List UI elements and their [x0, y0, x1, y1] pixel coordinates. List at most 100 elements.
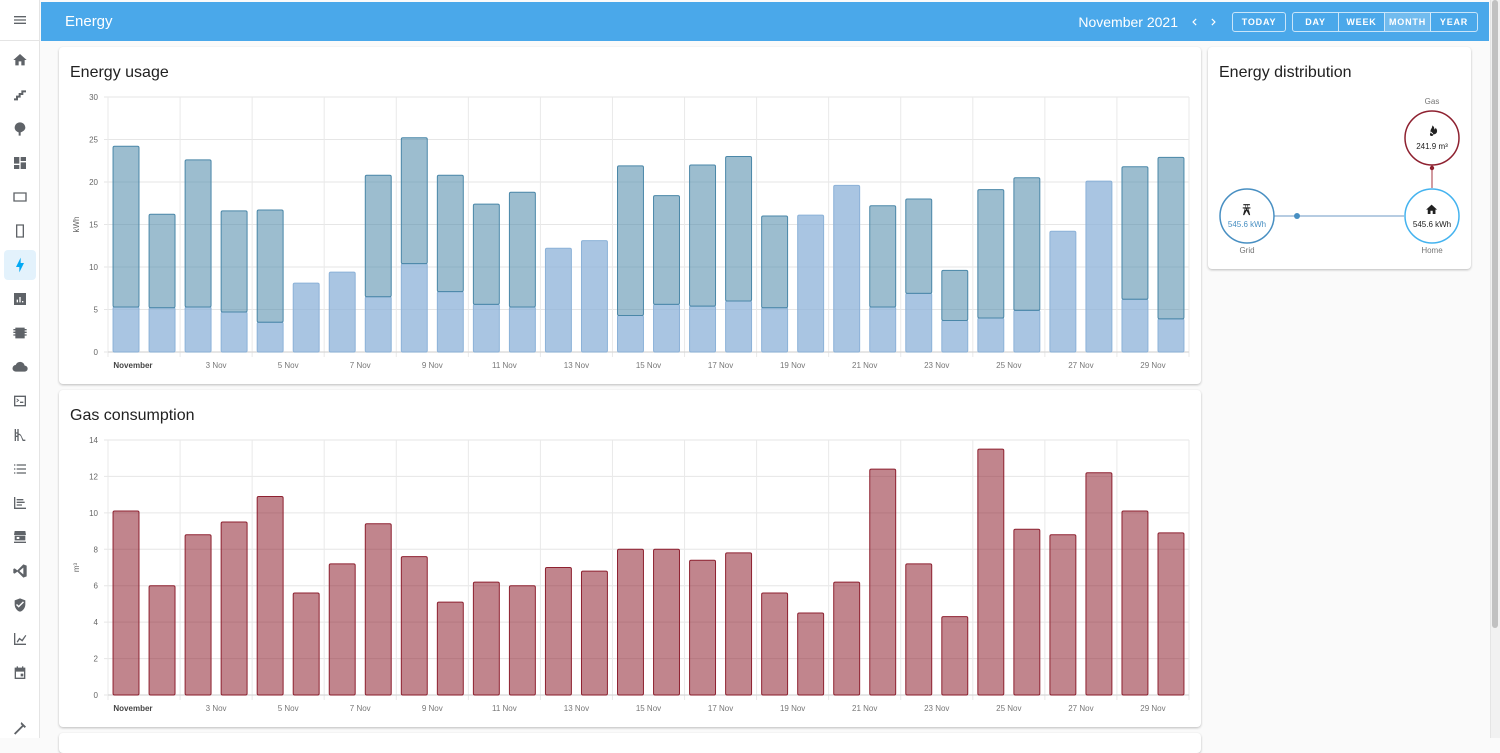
sidebar-item-grafana[interactable] [4, 488, 36, 518]
sidebar-item-overview[interactable] [4, 45, 36, 75]
gas-bar-gas[interactable] [580, 570, 608, 696]
sidebar-item-energy[interactable] [4, 250, 36, 280]
sidebar-item-cloud[interactable] [4, 352, 36, 382]
gas-bar-gas[interactable] [544, 567, 572, 696]
energy-bar-low-tariff[interactable] [1157, 318, 1185, 353]
gas-bar-gas[interactable] [725, 552, 753, 696]
energy-bar-low-tariff[interactable] [508, 306, 536, 353]
gas-bar-gas[interactable] [1049, 534, 1077, 696]
gas-bar-gas[interactable] [292, 592, 320, 696]
sidebar-item-statistics[interactable] [4, 624, 36, 654]
energy-bar-high-tariff[interactable] [617, 165, 644, 316]
energy-bar-low-tariff[interactable] [436, 291, 464, 353]
gas-bar-gas[interactable] [833, 581, 861, 696]
energy-bar-high-tariff[interactable] [220, 210, 248, 313]
energy-bar-high-tariff[interactable] [941, 269, 969, 322]
sidebar-item-steps[interactable] [4, 80, 36, 110]
sidebar-item-terminal[interactable] [4, 386, 36, 416]
energy-bar-low-tariff[interactable] [977, 317, 1005, 353]
today-button[interactable]: TODAY [1232, 11, 1286, 32]
energy-bar-high-tariff[interactable] [977, 189, 1005, 319]
energy-bar-high-tariff[interactable] [653, 195, 680, 305]
gas-bar-gas[interactable] [797, 612, 825, 696]
energy-bar-low-tariff[interactable] [689, 305, 717, 353]
gas-bar-gas[interactable] [869, 468, 897, 696]
energy-bar-low-tariff[interactable] [400, 263, 428, 353]
gas-bar-gas[interactable] [1013, 528, 1041, 696]
energy-bar-high-tariff[interactable] [869, 205, 897, 308]
range-year-button[interactable]: YEAR [1431, 13, 1477, 31]
grid-circle[interactable] [1219, 188, 1275, 244]
energy-bar-high-tariff[interactable] [184, 159, 212, 308]
sidebar-item-security[interactable] [4, 590, 36, 620]
gas-bar-gas[interactable] [617, 548, 644, 696]
gas-bar-gas[interactable] [112, 510, 140, 696]
sidebar-item-history[interactable] [4, 284, 36, 314]
energy-bar-high-tariff[interactable] [1157, 156, 1185, 320]
gas-bar-gas[interactable] [400, 556, 428, 696]
energy-bar-low-tariff[interactable] [472, 303, 500, 353]
energy-bar-low-tariff[interactable] [364, 296, 392, 353]
energy-bar-low-tariff[interactable] [1085, 180, 1113, 353]
gas-bar-gas[interactable] [364, 523, 392, 696]
energy-bar-low-tariff[interactable] [112, 306, 140, 353]
gas-bar-gas[interactable] [941, 616, 969, 696]
energy-bar-low-tariff[interactable] [761, 307, 789, 353]
energy-bar-low-tariff[interactable] [905, 292, 933, 353]
energy-bar-high-tariff[interactable] [725, 156, 753, 302]
gas-bar-gas[interactable] [148, 585, 176, 696]
gas-bar-gas[interactable] [905, 563, 933, 696]
energy-bar-high-tariff[interactable] [1121, 166, 1149, 300]
page-scrollbar-track[interactable] [1490, 0, 1500, 738]
energy-bar-high-tariff[interactable] [761, 215, 789, 309]
energy-bar-high-tariff[interactable] [508, 191, 536, 308]
sidebar-item-mobile[interactable] [4, 216, 36, 246]
energy-bar-low-tariff[interactable] [328, 271, 356, 353]
energy-bar-low-tariff[interactable] [833, 184, 861, 353]
energy-bar-low-tariff[interactable] [220, 311, 248, 353]
gas-bar-gas[interactable] [472, 581, 500, 696]
gas-bar-gas[interactable] [761, 592, 789, 696]
energy-bar-high-tariff[interactable] [364, 174, 392, 298]
sidebar-item-developer-tools[interactable] [4, 713, 36, 743]
menu-button[interactable] [0, 0, 39, 41]
home-circle[interactable] [1404, 188, 1460, 244]
gas-bar-gas[interactable] [1157, 532, 1185, 696]
gas-circle[interactable] [1404, 110, 1460, 166]
energy-bar-high-tariff[interactable] [472, 203, 500, 305]
sidebar-item-dashboard[interactable] [4, 148, 36, 178]
energy-bar-low-tariff[interactable] [653, 303, 680, 353]
range-day-button[interactable]: DAY [1293, 12, 1339, 31]
gas-bar-gas[interactable] [508, 585, 536, 696]
range-month-button[interactable]: MONTH [1385, 12, 1431, 31]
gas-bar-gas[interactable] [220, 521, 248, 696]
energy-bar-low-tariff[interactable] [941, 320, 969, 353]
gas-bar-gas[interactable] [977, 448, 1005, 696]
energy-bar-low-tariff[interactable] [725, 300, 753, 353]
energy-bar-low-tariff[interactable] [292, 282, 320, 353]
gas-bar-gas[interactable] [1085, 472, 1113, 696]
energy-bar-high-tariff[interactable] [689, 164, 717, 307]
sidebar-item-calendar[interactable] [4, 658, 36, 688]
sidebar-item-hacs[interactable] [4, 522, 36, 552]
energy-bar-low-tariff[interactable] [797, 214, 825, 353]
energy-bar-low-tariff[interactable] [184, 306, 212, 353]
sidebar-item-map[interactable] [4, 114, 36, 144]
previous-period-button[interactable] [1184, 12, 1204, 32]
energy-bar-high-tariff[interactable] [112, 145, 140, 308]
gas-bar-gas[interactable] [436, 601, 464, 696]
next-period-button[interactable] [1204, 12, 1224, 32]
sidebar-item-esphome[interactable] [4, 318, 36, 348]
energy-bar-low-tariff[interactable] [869, 306, 897, 353]
sidebar-item-playground[interactable] [4, 420, 36, 450]
sidebar-item-vscode[interactable] [4, 556, 36, 586]
energy-bar-high-tariff[interactable] [1013, 177, 1041, 311]
energy-bar-low-tariff[interactable] [580, 240, 608, 353]
energy-bar-high-tariff[interactable] [256, 209, 284, 323]
energy-bar-high-tariff[interactable] [436, 174, 464, 293]
energy-bar-low-tariff[interactable] [148, 307, 176, 353]
energy-bar-high-tariff[interactable] [148, 213, 176, 309]
gas-bar-gas[interactable] [689, 559, 717, 696]
range-week-button[interactable]: WEEK [1339, 12, 1385, 31]
gas-bar-gas[interactable] [653, 548, 680, 696]
